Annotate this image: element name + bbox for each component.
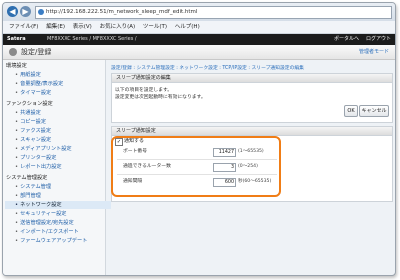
- sidebar-group-environment: 環境設定: [6, 63, 27, 69]
- menu-bar: ファイル(F) 編集(E) 表示(V) お気に入り(A) ツール(T) ヘルプ(…: [3, 21, 395, 34]
- menu-file[interactable]: ファイル(F): [9, 24, 38, 30]
- manager-mode-label[interactable]: 管理者モード: [359, 47, 389, 57]
- sidebar-item-common[interactable]: • 共通設定: [15, 109, 41, 117]
- portal-link[interactable]: ポータルへ: [334, 34, 359, 45]
- gear-icon: [9, 48, 17, 56]
- url-text: http://192.168.222.51/m_network_sleep_md…: [46, 9, 198, 15]
- ok-button[interactable]: OK: [344, 105, 358, 117]
- menu-tools[interactable]: ツール(T): [143, 24, 167, 30]
- sidebar-item-report[interactable]: • レポート出力設定: [15, 163, 62, 171]
- sidebar-item-timer[interactable]: • タイマー設定: [15, 89, 51, 97]
- page-header: 設定/登録 管理者モード: [3, 45, 395, 60]
- page-title: 設定/登録: [21, 48, 52, 56]
- description-line-2: 設定変更は次回起動時に有効になります。: [115, 95, 206, 100]
- back-icon[interactable]: ◀: [7, 6, 18, 17]
- sidebar-item-import-export[interactable]: • インポート/エクスポート: [15, 228, 79, 236]
- description-line-1: 以下の項目を設定します。: [115, 88, 173, 93]
- sidebar-group-system: システム管理設定: [6, 175, 48, 181]
- url-field[interactable]: http://192.168.222.51/m_network_sleep_md…: [35, 6, 392, 19]
- sidebar-item-scan[interactable]: • スキャン設定: [15, 136, 51, 144]
- device-name: MF8XXXC Series / MF8XXXC Series /: [47, 36, 137, 42]
- logout-link[interactable]: ログアウト: [366, 34, 391, 45]
- section-title: スリープ通知設定: [112, 127, 392, 136]
- highlight-frame: [111, 136, 281, 197]
- menu-view[interactable]: 表示(V): [73, 24, 92, 30]
- sidebar-item-fax[interactable]: • ファクス設定: [15, 127, 51, 135]
- sidebar-item-paper[interactable]: • 用紙設定: [15, 71, 41, 79]
- sidebar-item-firmware[interactable]: • ファームウェアアップデート: [15, 237, 87, 245]
- menu-edit[interactable]: 編集(E): [46, 24, 65, 30]
- main-content: 設定/登録 : システム管理設定 : ネットワーク設定 : TCP/IP設定 :…: [107, 60, 395, 275]
- forward-icon[interactable]: ▶: [20, 6, 31, 17]
- ie-icon: [38, 8, 44, 15]
- browser-window: ◀ ▶ http://192.168.222.51/m_network_slee…: [2, 2, 396, 276]
- sidebar-item-copy[interactable]: • コピー設定: [15, 118, 46, 126]
- sidebar-item-printer[interactable]: • プリンター設定: [15, 154, 56, 162]
- sidebar: 環境設定 • 用紙設定 • 音量調整/表示設定 • タイマー設定 ファンクション設定 …: [3, 60, 111, 275]
- ui-header: Satera MF8XXXC Series / MF8XXXC Series /…: [3, 34, 395, 45]
- sidebar-item-security[interactable]: • セキュリティー設定: [15, 210, 66, 218]
- breadcrumb[interactable]: 設定/登録 : システム管理設定 : ネットワーク設定 : TCP/IP設定 :…: [111, 64, 304, 71]
- sidebar-item-send-settings[interactable]: • 送信管理設定/宛先設定: [15, 219, 74, 227]
- sidebar-group-function: ファンクション設定: [6, 101, 53, 107]
- sidebar-item-dept-mgmt[interactable]: • 部門管理: [15, 192, 41, 200]
- address-bar: ◀ ▶ http://192.168.222.51/m_network_slee…: [3, 3, 395, 21]
- menu-favorites[interactable]: お気に入り(A): [100, 24, 136, 30]
- panel-title: スリープ通知設定の編集: [112, 74, 392, 83]
- menu-help[interactable]: ヘルプ(H): [175, 24, 200, 30]
- sidebar-item-system-mgmt[interactable]: • システム管理: [15, 183, 51, 191]
- sidebar-item-media-print[interactable]: • メディアプリント設定: [15, 145, 72, 153]
- cancel-button[interactable]: キャンセル: [359, 105, 389, 117]
- sidebar-item-network[interactable]: • ネットワーク設定: [5, 201, 111, 209]
- sidebar-item-volume-display[interactable]: • 音量調整/表示設定: [15, 80, 63, 88]
- brand-logo: Satera: [7, 36, 26, 42]
